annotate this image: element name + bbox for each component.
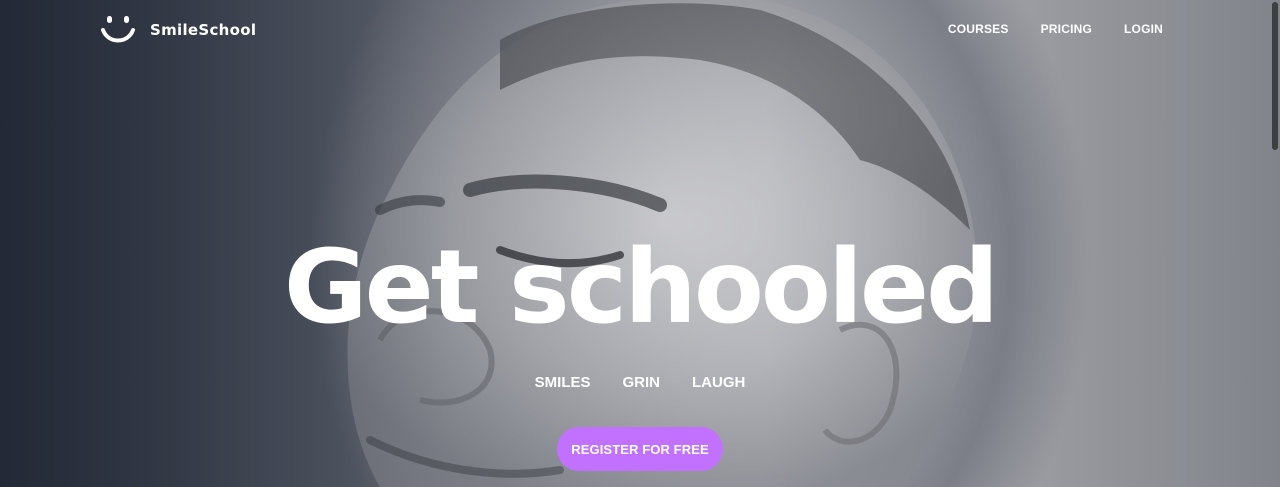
main-nav: COURSES PRICING LOGIN: [916, 22, 1163, 36]
hero-headline: Get schooled: [283, 228, 999, 347]
hero-tag: SMILES: [534, 374, 591, 391]
scrollbar-thumb[interactable]: [1272, 2, 1278, 150]
hero-tag: LAUGH: [692, 374, 746, 391]
smiley-face-icon: [101, 16, 135, 43]
page-scrollbar[interactable]: [1270, 0, 1280, 487]
brand-logo-link[interactable]: SmileSchool: [100, 14, 256, 46]
hero-section: SmileSchool COURSES PRICING LOGIN Get sc…: [0, 0, 1280, 487]
brand-name: SmileSchool: [150, 21, 257, 39]
hero-tags: SMILES GRIN LAUGH: [0, 374, 1280, 391]
nav-courses-link[interactable]: COURSES: [948, 22, 1009, 36]
navbar: SmileSchool COURSES PRICING LOGIN: [0, 0, 1280, 60]
hero-tag: GRIN: [622, 374, 661, 391]
nav-pricing-link[interactable]: PRICING: [1041, 22, 1092, 36]
nav-login-link[interactable]: LOGIN: [1124, 22, 1163, 36]
register-button[interactable]: REGISTER FOR FREE: [557, 427, 723, 471]
